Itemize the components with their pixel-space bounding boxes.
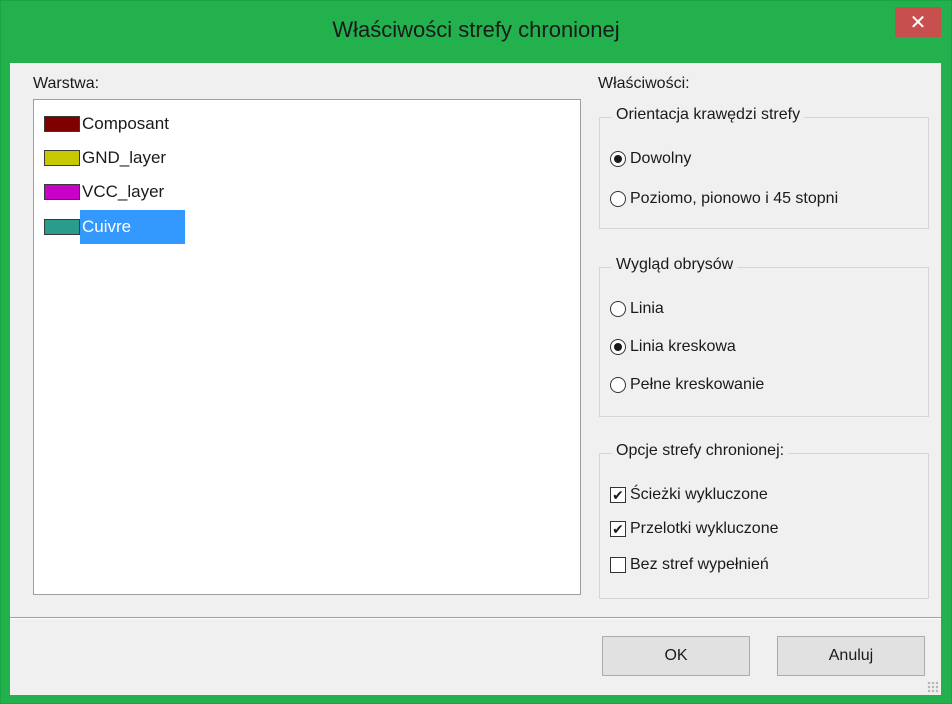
radio-icon[interactable] (610, 191, 626, 207)
radio-icon[interactable] (610, 377, 626, 393)
option-label: Linia kreskowa (630, 338, 736, 355)
layer-item-label: Composant (82, 114, 169, 133)
layer-item-gnd[interactable]: GND_layer (44, 146, 170, 170)
keepout-option-tracks[interactable]: ✔ Ścieżki wykluczone (610, 486, 768, 504)
resize-grip-icon[interactable] (927, 681, 939, 693)
layer-item-label: GND_layer (82, 148, 167, 167)
separator-line (10, 617, 941, 619)
outline-option-full-hatch[interactable]: Pełne kreskowanie (610, 376, 764, 394)
orientation-option-any[interactable]: Dowolny (610, 150, 691, 168)
option-label: Linia (630, 300, 664, 317)
keepout-option-vias[interactable]: ✔ Przelotki wykluczone (610, 520, 779, 538)
layer-label: Warstwa: (33, 75, 100, 92)
checkbox-checked-icon[interactable]: ✔ (610, 487, 626, 503)
ok-button[interactable]: OK (602, 636, 750, 676)
radio-icon[interactable] (610, 301, 626, 317)
layer-color-swatch (44, 184, 80, 200)
properties-label: Właściwości: (598, 75, 690, 92)
outline-group-title: Wygląd obrysów (612, 256, 738, 274)
window-title: Właściwości strefy chronionej (332, 17, 620, 42)
orientation-group-title: Orientacja krawędzi strefy (612, 106, 805, 124)
option-label: Przelotki wykluczone (630, 520, 779, 537)
option-label: Pełne kreskowanie (630, 376, 765, 393)
cancel-button[interactable]: Anuluj (777, 636, 925, 676)
dialog-body: Warstwa: Composant GND_layer VCC_layer C… (10, 63, 941, 695)
keepout-option-zones[interactable]: Bez stref wypełnień (610, 556, 769, 574)
layer-item-composant[interactable]: Composant (44, 112, 173, 136)
option-label: Dowolny (630, 150, 692, 167)
option-label: Poziomo, pionowo i 45 stopni (630, 190, 839, 207)
radio-selected-icon[interactable] (610, 339, 626, 355)
option-label: Ścieżki wykluczone (630, 486, 768, 503)
layer-item-vcc[interactable]: VCC_layer (44, 180, 168, 204)
radio-selected-icon[interactable] (610, 151, 626, 167)
outline-group: Wygląd obrysów Linia Linia kreskowa Pełn… (599, 256, 929, 417)
layer-item-label: Cuivre (80, 210, 186, 244)
keepout-group-title: Opcje strefy chronionej: (612, 442, 789, 460)
checkbox-checked-icon[interactable]: ✔ (610, 521, 626, 537)
layer-color-swatch (44, 116, 80, 132)
dialog-window: Właściwości strefy chronionej ✕ Warstwa:… (0, 0, 952, 704)
layer-list[interactable]: Composant GND_layer VCC_layer Cuivre (33, 99, 581, 595)
outline-option-hatched[interactable]: Linia kreskowa (610, 338, 736, 356)
keepout-options-group: Opcje strefy chronionej: ✔ Ścieżki wyklu… (599, 442, 929, 599)
title-bar[interactable]: Właściwości strefy chronionej ✕ (1, 1, 951, 63)
close-icon: ✕ (909, 11, 927, 34)
outline-option-line[interactable]: Linia (610, 300, 664, 318)
orientation-option-45[interactable]: Poziomo, pionowo i 45 stopni (610, 190, 838, 208)
close-button[interactable]: ✕ (895, 7, 941, 37)
checkbox-icon[interactable] (610, 557, 626, 573)
layer-item-label: VCC_layer (82, 182, 165, 201)
option-label: Bez stref wypełnień (630, 556, 769, 573)
layer-color-swatch (44, 150, 80, 166)
orientation-group: Orientacja krawędzi strefy Dowolny Pozio… (599, 106, 929, 229)
layer-item-cuivre[interactable]: Cuivre (44, 210, 186, 244)
layer-color-swatch (44, 219, 80, 235)
